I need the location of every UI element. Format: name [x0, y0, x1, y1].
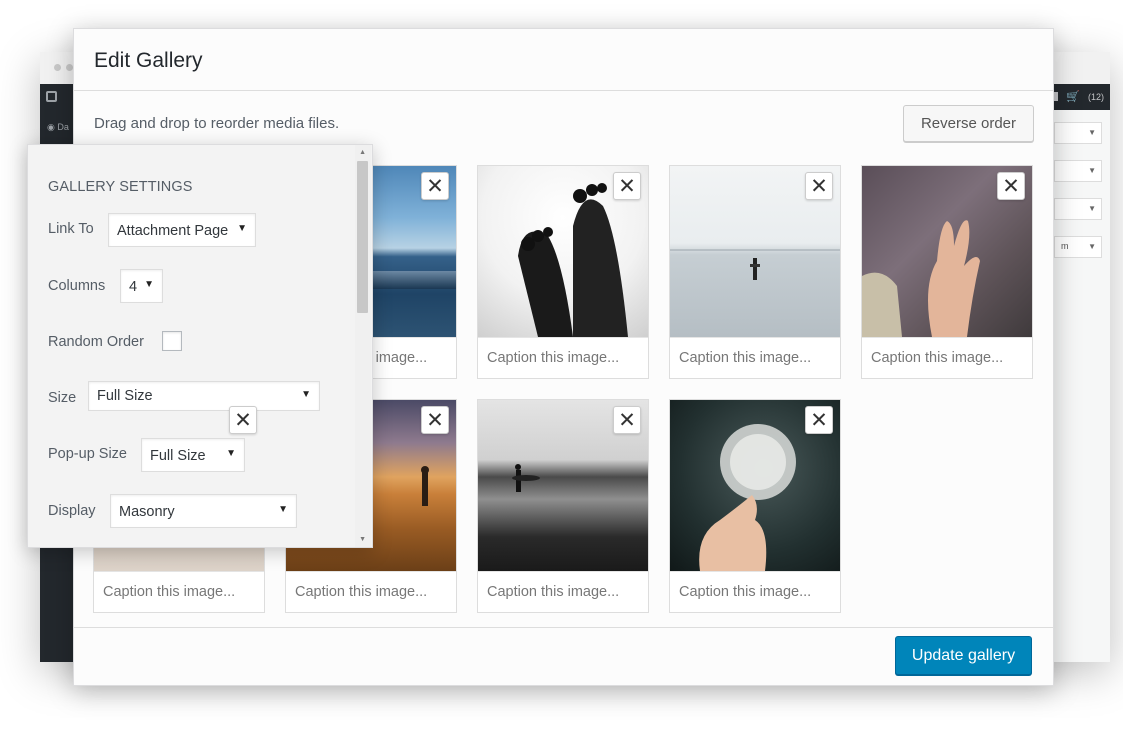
random-order-checkbox[interactable] [162, 331, 182, 351]
scrollbar[interactable]: ▲ ▼ [355, 145, 371, 547]
gallery-settings-heading: GALLERY SETTINGS [48, 179, 193, 195]
popup-size-select[interactable]: Full Size ▼ [141, 438, 245, 472]
reorder-instructions: Drag and drop to reorder media files. [94, 115, 340, 132]
columns-label: Columns [48, 278, 106, 294]
link-to-select[interactable]: Attachment Page ▼ [108, 213, 256, 247]
caption-field[interactable]: Caption this image... [478, 571, 648, 612]
gallery-item[interactable]: ✕ Caption this image... [669, 399, 841, 613]
caption-field[interactable]: Caption this image... [286, 571, 456, 612]
chevron-down-icon: ▼ [301, 389, 311, 400]
chevron-down-icon: ▼ [278, 504, 288, 515]
modal-footer: Update gallery [74, 627, 1053, 685]
remove-icon[interactable]: ✕ [421, 172, 449, 200]
chevron-down-icon: ▼ [144, 279, 154, 290]
size-label: Size [48, 390, 77, 406]
chevron-down-icon: ▼ [226, 448, 236, 459]
bg-select-3[interactable]: ▼ [1054, 198, 1102, 220]
display-select[interactable]: Masonry ▼ [110, 494, 297, 528]
remove-icon[interactable]: ✕ [805, 172, 833, 200]
remove-icon[interactable]: ✕ [613, 406, 641, 434]
gallery-item[interactable]: ✕ Caption this image... [669, 165, 841, 379]
admin-bar-right: 🛒 (12) [1049, 90, 1104, 103]
gallery-item[interactable]: ✕ Caption this image... [477, 399, 649, 613]
bg-select-1[interactable]: ▼ [1054, 122, 1102, 144]
columns-select[interactable]: 4 ▼ [120, 269, 163, 303]
gallery-item[interactable]: ✕ Caption this image... [861, 165, 1033, 379]
modal-title: Edit Gallery [94, 49, 203, 72]
sidebar-item-dashboard[interactable]: ◉ Da [47, 122, 69, 133]
random-order-label: Random Order [48, 334, 144, 350]
bg-select-4[interactable]: m ▼ [1054, 236, 1102, 258]
gallery-settings-panel: ▲ ▼ GALLERY SETTINGS Link To Attachment … [27, 144, 373, 548]
cart-count: (12) [1087, 91, 1104, 102]
popup-size-label: Pop-up Size [48, 446, 127, 462]
remove-icon[interactable]: ✕ [613, 172, 641, 200]
caption-field[interactable]: Caption this image... [670, 337, 840, 378]
link-to-label: Link To [48, 221, 94, 237]
caption-field[interactable]: Caption this image... [670, 571, 840, 612]
remove-icon[interactable]: ✕ [421, 406, 449, 434]
display-label: Display [48, 503, 96, 519]
gallery-item[interactable]: ✕ Caption this image... [477, 165, 649, 379]
admin-right-panel: ▼ ▼ ▼ m ▼ [1050, 110, 1110, 662]
chevron-down-icon: ▼ [237, 223, 247, 234]
remove-icon[interactable]: ✕ [805, 406, 833, 434]
scroll-down-icon[interactable]: ▼ [359, 536, 366, 543]
admin-bar-icon[interactable] [46, 91, 57, 102]
size-select[interactable]: Full Size ▼ [88, 381, 320, 411]
scroll-up-icon[interactable]: ▲ [359, 149, 366, 156]
bg-select-2[interactable]: ▼ [1054, 160, 1102, 182]
reverse-order-button[interactable]: Reverse order [903, 105, 1034, 142]
caption-field[interactable]: Caption this image... [94, 571, 264, 612]
caption-field[interactable]: Caption this image... [862, 337, 1032, 378]
remove-icon[interactable]: ✕ [997, 172, 1025, 200]
modal-header: Edit Gallery [74, 29, 1053, 91]
update-gallery-button[interactable]: Update gallery [895, 636, 1032, 675]
remove-icon[interactable]: ✕ [229, 406, 257, 434]
scrollbar-thumb[interactable] [357, 161, 368, 313]
cart-icon[interactable]: 🛒 [1066, 90, 1080, 103]
caption-field[interactable]: Caption this image... [478, 337, 648, 378]
